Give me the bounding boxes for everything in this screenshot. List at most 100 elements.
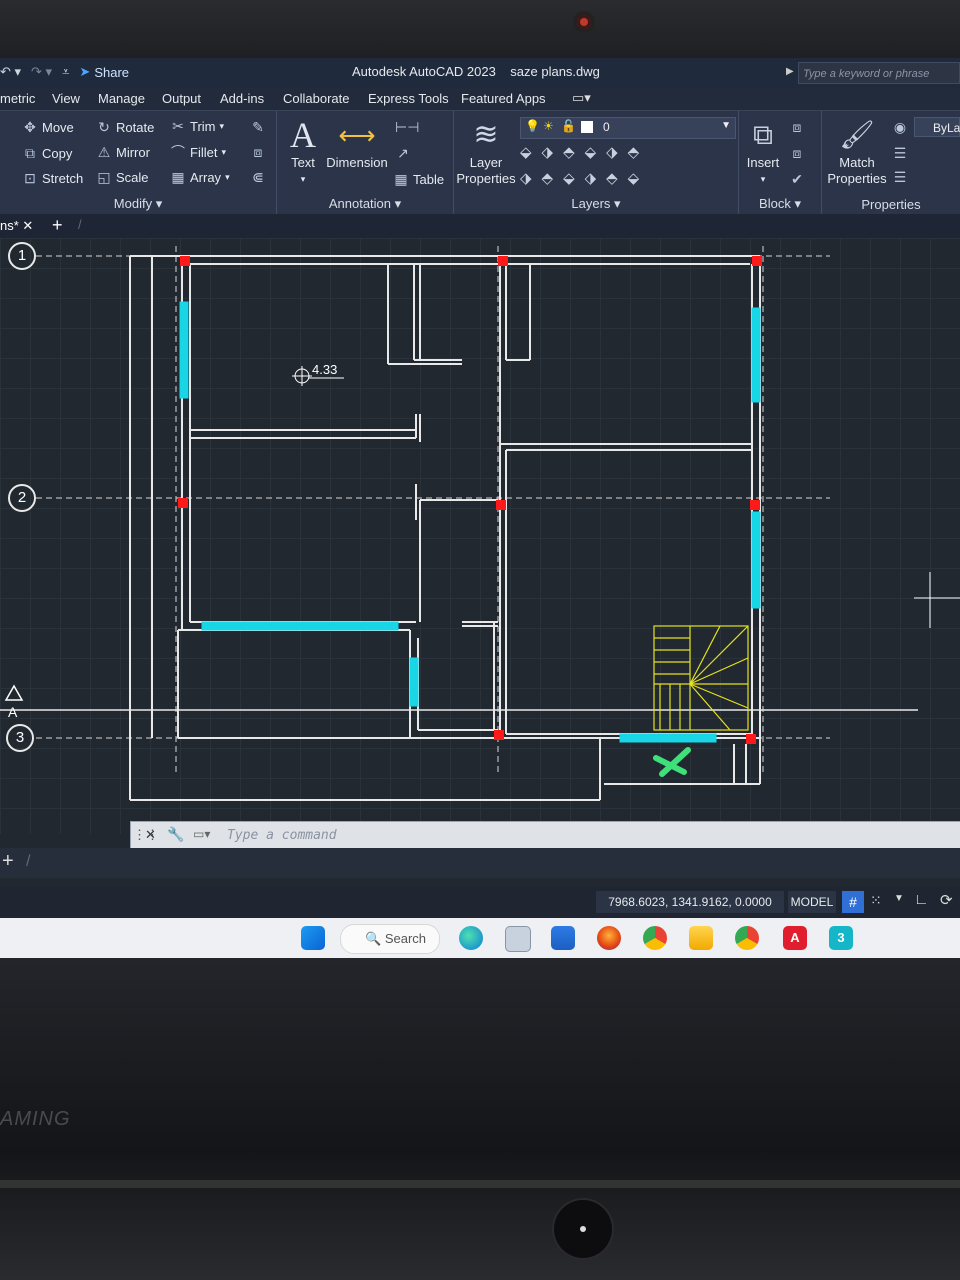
offset-icon[interactable]: ⋐ (250, 169, 266, 185)
column (180, 256, 190, 266)
layer-dropdown-icon: ▼ (721, 120, 731, 131)
drawing-tab-label: ns* (0, 218, 19, 233)
annotation-panel-title[interactable]: Annotation ▾ (277, 196, 453, 212)
chrome-icon[interactable] (643, 926, 667, 950)
3ds-max-taskbar-icon[interactable]: 3 (829, 926, 853, 950)
microsoft-store-icon[interactable] (551, 926, 575, 950)
chrome-profile-icon[interactable] (735, 926, 759, 950)
trim-dropdown-icon[interactable]: ▾ (220, 121, 225, 132)
customize-wrench-icon[interactable]: 🔧 (167, 826, 184, 843)
tab-featured-apps[interactable]: Featured Apps (461, 91, 546, 106)
ortho-toggle-icon[interactable]: ∟ (914, 891, 929, 908)
layer-tools-row-2[interactable]: ⬗⬘⬙⬗⬘⬙ (520, 169, 649, 187)
fillet-button[interactable]: ⌒ Fillet ▾ (170, 144, 226, 160)
linear-dimension-icon[interactable]: ⊢⊣ (395, 119, 419, 135)
tab-parametric[interactable]: metric (0, 91, 35, 106)
color-dropdown[interactable]: ByLa (914, 117, 960, 137)
firefox-icon[interactable] (597, 926, 621, 950)
new-tab-icon[interactable]: + (52, 215, 63, 236)
properties-panel-title[interactable]: Properties (822, 197, 960, 212)
erase-icon[interactable]: ✎ (250, 119, 266, 135)
trim-button[interactable]: ✂ Trim ▾ (170, 118, 224, 134)
recent-commands-icon[interactable]: ▭▾ (193, 827, 210, 841)
tab-manage[interactable]: Manage (98, 91, 145, 106)
dimension-button[interactable]: ⟷ Dimension (325, 115, 389, 171)
close-command-icon[interactable]: ✕ (145, 827, 156, 843)
layer-tools-row-1[interactable]: ⬙⬗⬘⬙⬗⬘ (520, 143, 649, 161)
file-explorer-icon[interactable] (689, 926, 713, 950)
move-button[interactable]: ✥ Move (22, 119, 74, 135)
calculator-icon[interactable] (505, 926, 531, 952)
share-button[interactable]: ➤ Share (79, 64, 129, 80)
current-layer-name: 0 (603, 120, 610, 134)
table-button[interactable]: ▦ Table (393, 171, 444, 187)
taskbar-search[interactable]: 🔍 Search (340, 924, 440, 954)
title-bar: ↶ ▾ ↷ ▾ ⩡ ➤ Share Autodesk AutoCAD 2023 … (0, 58, 960, 88)
model-space-button[interactable]: MODEL (788, 891, 836, 913)
edit-block-icon[interactable]: ⧈ (789, 145, 805, 161)
text-button[interactable]: A Text ▾ (285, 115, 321, 187)
add-layout-icon[interactable]: + (2, 850, 14, 873)
block-attribute-icon[interactable]: ✔ (789, 171, 805, 187)
table-icon: ▦ (394, 171, 408, 187)
power-button-icon[interactable] (554, 1200, 612, 1258)
coordinates-display[interactable]: 7968.6023, 1341.9162, 0.0000 (596, 891, 784, 913)
layer-dropdown[interactable]: 💡 ☀ 🔓 0 ▼ (520, 117, 736, 139)
drawing-canvas[interactable]: 1 2 3 A 4.33 (0, 238, 960, 834)
create-block-icon[interactable]: ⧈ (789, 119, 805, 135)
edge-browser-icon[interactable] (459, 926, 483, 950)
fillet-label: Fillet (190, 144, 218, 160)
undo-icon[interactable]: ↶ ▾ (0, 64, 21, 80)
annotation-title: Annotation (328, 196, 392, 211)
ribbon-toggle-icon[interactable]: ▭▾ (572, 90, 591, 106)
array-button[interactable]: ▦ Array ▾ (170, 169, 230, 185)
autocad-taskbar-icon[interactable]: A (783, 926, 807, 950)
snap-dropdown-icon[interactable]: ▼ (894, 893, 904, 904)
tab-add-ins[interactable]: Add-ins (220, 91, 264, 106)
insert-button[interactable]: ⧉ Insert ▾ (741, 115, 785, 187)
layers-panel-title[interactable]: Layers ▾ (454, 196, 738, 212)
customize-qat-icon[interactable]: ⩡ (62, 64, 69, 80)
windows-start-icon[interactable] (301, 926, 325, 950)
explode-icon[interactable]: ⧈ (250, 144, 266, 160)
color-wheel-icon[interactable]: ◉ (892, 119, 908, 135)
scale-button[interactable]: ◱ Scale (96, 169, 148, 185)
layer-properties-button[interactable]: ≋ Layer Properties (456, 115, 516, 187)
keyword-search-input[interactable]: Type a keyword or phrase (798, 62, 960, 84)
leader-icon[interactable]: ↗ (395, 145, 411, 161)
fillet-dropdown-icon[interactable]: ▾ (221, 147, 226, 158)
green-x-marker (653, 747, 691, 777)
command-input[interactable]: Type a command (227, 828, 337, 843)
linetype-icon[interactable]: ☰ (892, 169, 908, 185)
drawing-tab[interactable]: ns* ✕ (0, 218, 33, 234)
search-icon: 🔍 (365, 931, 382, 946)
tab-view[interactable]: View (52, 91, 80, 106)
polar-toggle-icon[interactable]: ⟳ (940, 891, 953, 909)
command-line[interactable]: ⋮⋮ ✕ 🔧 ▭▾ Type a command (130, 821, 960, 851)
tab-output[interactable]: Output (162, 91, 201, 106)
lineweight-icon[interactable]: ☰ (892, 145, 908, 161)
redo-icon[interactable]: ↷ ▾ (31, 64, 52, 80)
rotate-button[interactable]: ↻ Rotate (96, 119, 154, 135)
text-icon: A (290, 115, 316, 155)
snap-toggle-icon[interactable]: ⁙ (870, 892, 882, 909)
array-dropdown-icon[interactable]: ▾ (225, 172, 230, 183)
tab-collaborate[interactable]: Collaborate (283, 91, 350, 106)
laptop-hinge (0, 1180, 960, 1188)
stretch-button[interactable]: ⊡ Stretch (22, 170, 83, 186)
tab-express-tools[interactable]: Express Tools (368, 91, 449, 106)
text-dropdown-icon[interactable]: ▾ (285, 171, 321, 187)
dimension-icon: ⟷ (338, 120, 376, 150)
layout-separator: / (26, 853, 31, 870)
match-properties-button[interactable]: 🖌 Match Properties (824, 115, 890, 187)
close-tab-icon[interactable]: ✕ (22, 218, 33, 233)
window-title: Autodesk AutoCAD 2023 saze plans.dwg (352, 64, 600, 79)
block-panel-title[interactable]: Block ▾ (739, 196, 821, 212)
search-expand-icon[interactable]: ▶ (786, 66, 794, 77)
share-label: Share (94, 64, 130, 80)
copy-button[interactable]: ⧉ Copy (22, 145, 72, 161)
grid-toggle-icon[interactable]: # (842, 891, 864, 913)
mirror-button[interactable]: ⚠ Mirror (96, 144, 150, 160)
insert-dropdown-icon[interactable]: ▾ (741, 171, 785, 187)
modify-panel-title[interactable]: Modify ▾ (0, 196, 276, 212)
